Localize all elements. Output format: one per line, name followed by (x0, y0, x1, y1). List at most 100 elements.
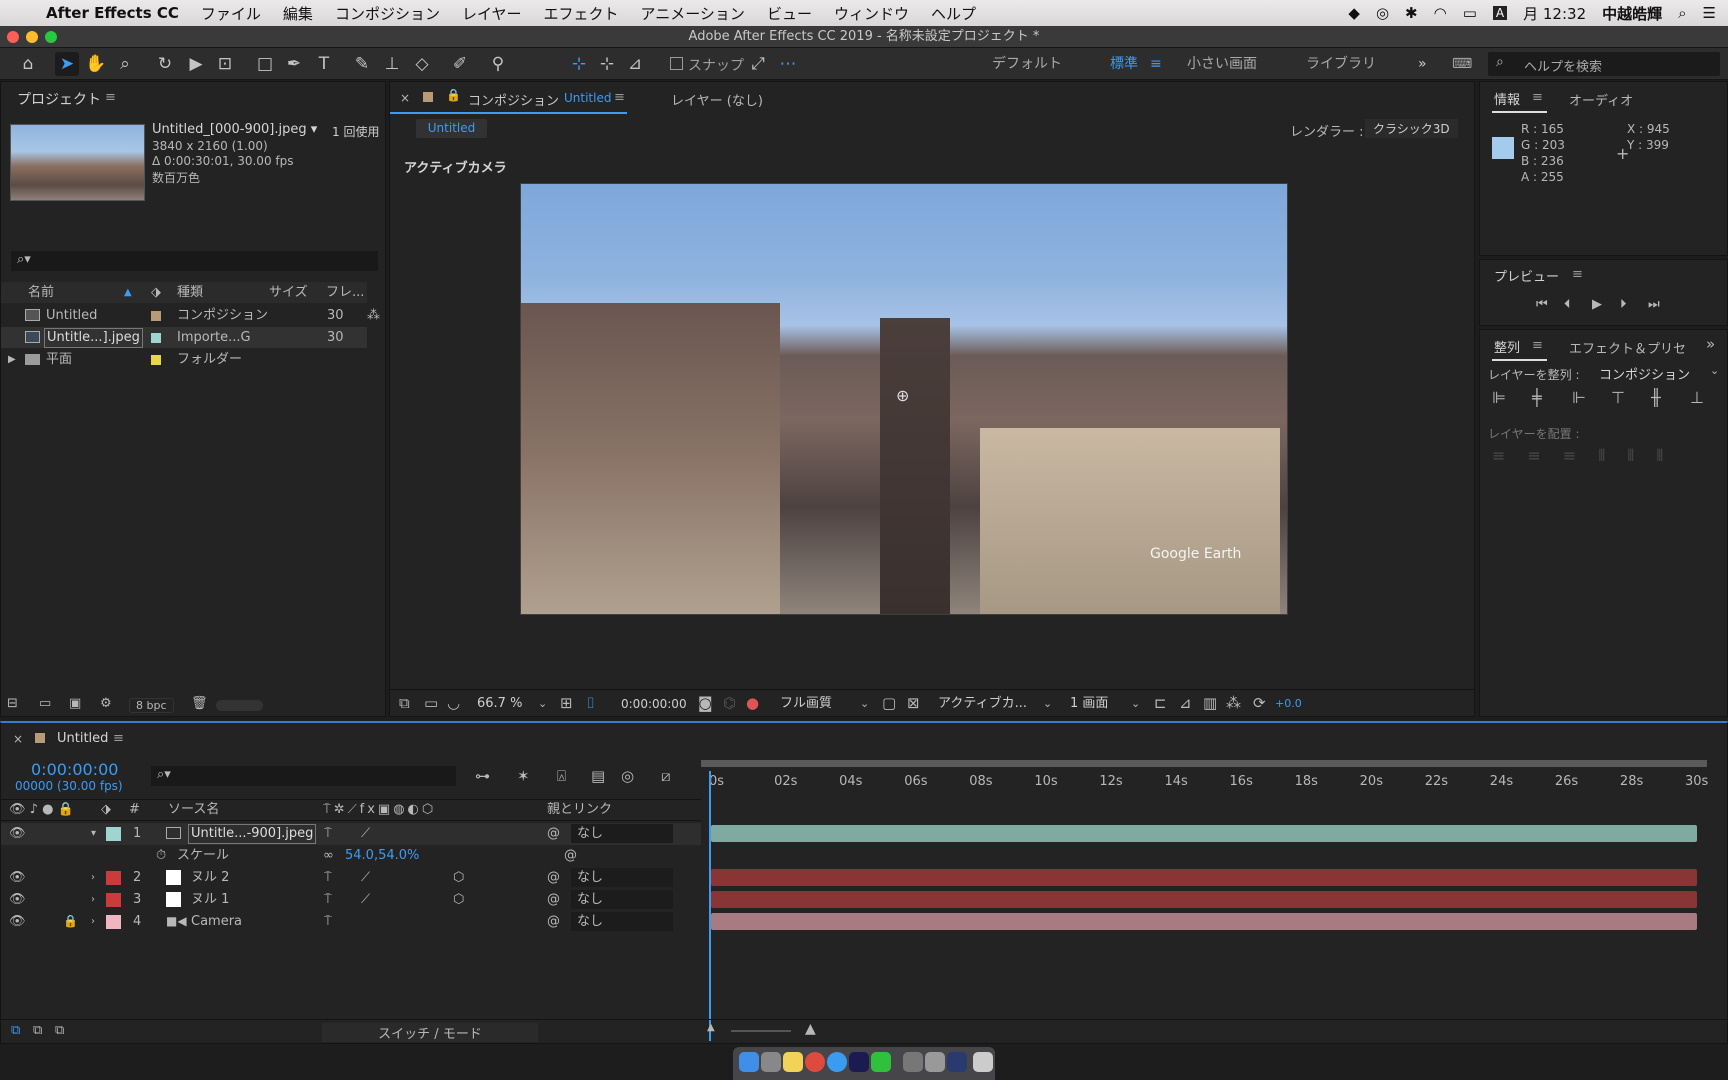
workspace-libraries[interactable]: ライブラリ (1306, 48, 1376, 80)
timeline-search-input[interactable]: ⌕▾ (151, 766, 456, 786)
finder-icon[interactable] (739, 1052, 759, 1072)
preview-menu-icon[interactable]: ≡ (1572, 267, 1583, 282)
shy-switch-icon[interactable]: ⍑ (324, 823, 332, 844)
play-icon[interactable]: ▶ (1592, 297, 1602, 312)
title-action-safe-icon[interactable]: ⊞ (560, 690, 573, 717)
align-to-dropdown[interactable]: コンポジション (1599, 364, 1690, 383)
hand-tool-icon[interactable]: ✋ (84, 52, 108, 76)
parent-dropdown[interactable]: なし (571, 868, 673, 887)
new-folder-icon[interactable]: ▭ (39, 696, 51, 711)
home-icon[interactable]: ⌂ (16, 52, 40, 76)
current-time-display[interactable]: 0:00:00:00 (31, 760, 118, 779)
align-left-icon[interactable]: ⊫ (1492, 388, 1506, 407)
keyboard-shortcuts-icon[interactable]: ⌨ (1452, 48, 1472, 80)
layer-bar-2[interactable] (711, 869, 1697, 886)
layer-label-color[interactable] (106, 827, 121, 841)
launchpad-icon[interactable] (761, 1052, 781, 1072)
comp-tab-prefix[interactable]: コンポジション (468, 90, 559, 109)
preview-region-icon[interactable]: ⧉ (399, 690, 410, 717)
delete-icon[interactable]: 🗑 (191, 696, 208, 711)
item-label-color[interactable] (151, 355, 161, 365)
safari-icon[interactable] (827, 1052, 847, 1072)
pickwhip-icon[interactable]: @ (547, 823, 560, 844)
align-right-icon[interactable]: ⊩ (1572, 388, 1586, 407)
layer-name[interactable]: ヌル 2 (191, 867, 229, 888)
visibility-eye-icon[interactable]: 👁 (9, 823, 26, 844)
project-zoom-slider[interactable] (216, 700, 263, 711)
project-item-comp[interactable]: Untitled コンポジション 30 ⁂ (1, 305, 380, 326)
graph-editor-icon[interactable]: ⧄ (661, 767, 671, 785)
layer-row[interactable]: 👁 › 2 ヌル 2 ⍑ ⟋ ⬡ @ なし (1, 867, 701, 889)
project-panel-title[interactable]: プロジェクト (17, 89, 101, 109)
timeline-menu-icon[interactable]: ≡ (113, 731, 124, 746)
input-source-icon[interactable]: A (1492, 6, 1508, 20)
close-window-button[interactable] (7, 31, 19, 43)
visibility-eye-icon[interactable]: 👁 (9, 867, 26, 888)
snap-options-icon[interactable]: ⤢ (746, 52, 770, 76)
layer-switches-toggle-icon[interactable]: ⧉ (11, 1023, 20, 1038)
parent-dropdown[interactable]: なし (571, 890, 673, 909)
layer-viewer-tab[interactable]: レイヤー (なし) (671, 90, 763, 109)
eraser-tool-icon[interactable]: ◇ (410, 52, 434, 76)
reset-exposure-icon[interactable]: ⟳ (1253, 690, 1266, 717)
expression-pickwhip-icon[interactable]: @ (564, 845, 577, 866)
shy-layers-icon[interactable]: ⍓ (557, 767, 566, 785)
layer-name[interactable]: Untitle...-900].jpeg (188, 824, 317, 844)
expand-chevron-icon[interactable]: › (91, 889, 95, 910)
next-frame-icon[interactable]: ⏵ (1620, 297, 1627, 312)
bluetooth-icon[interactable]: ✱ (1405, 4, 1418, 22)
transparency-grid-icon[interactable]: ⊠ (907, 690, 920, 717)
layer-row[interactable]: 👁 › 3 ヌル 1 ⍑ ⟋ ⬡ @ なし (1, 889, 701, 911)
pixel-aspect-icon[interactable]: ⊏ (1154, 690, 1167, 717)
menu-edit[interactable]: 編集 (283, 3, 313, 24)
trash-icon[interactable] (973, 1052, 993, 1072)
help-search-input[interactable]: ⌕ ヘルプを検索 (1488, 52, 1720, 76)
quality-switch-icon[interactable]: ⟋ (361, 823, 370, 844)
battery-icon[interactable]: ▭ (1463, 4, 1477, 22)
line-icon[interactable] (871, 1052, 891, 1072)
workspaces-overflow-icon[interactable]: » (1418, 48, 1427, 80)
stopwatch-icon[interactable]: ⏱ (156, 845, 166, 866)
app-menu[interactable]: After Effects CC (46, 4, 179, 22)
time-ruler[interactable]: 0s 02s 04s 06s 08s 10s 12s 14s 16s 18s 20s 22s 24s 26… (701, 771, 1708, 793)
notes-icon[interactable] (783, 1052, 803, 1072)
audio-tab[interactable]: オーディオ (1569, 90, 1633, 109)
comp-tab-name[interactable]: Untitled (564, 91, 611, 105)
workspace-small-screen[interactable]: 小さい画面 (1187, 48, 1257, 80)
effects-presets-tab[interactable]: エフェクト＆プリセ (1569, 338, 1686, 357)
comp-mini-flowchart-icon[interactable]: ⊶ (475, 767, 490, 785)
column-type[interactable]: 種類 (177, 282, 203, 303)
project-panel-menu-icon[interactable]: ≡ (105, 90, 116, 105)
switch-mode-button[interactable]: スイッチ / モード (322, 1023, 538, 1042)
pen-tool-icon[interactable]: ✒ (282, 52, 306, 76)
project-item-footage[interactable]: Untitle...].jpeg Importe...G 30 (1, 327, 367, 348)
menu-help[interactable]: ヘルプ (931, 3, 976, 24)
flowchart-icon[interactable]: ⁂ (1226, 690, 1241, 717)
renderer-button[interactable]: クラシック3D (1365, 119, 1458, 138)
sort-asc-icon[interactable]: ▲ (124, 282, 132, 303)
align-bottom-icon[interactable]: ⊥ (1690, 388, 1704, 407)
first-frame-icon[interactable]: ⏮ (1536, 297, 1548, 312)
spotlight-icon[interactable]: ⌕ (1678, 4, 1686, 22)
scale-property-row[interactable]: ⏱ スケール ∞ 54.0,54.0% @ (1, 845, 701, 867)
menu-animation[interactable]: アニメーション (641, 3, 745, 24)
menu-composition[interactable]: コンポジション (335, 3, 440, 24)
preview-title[interactable]: プレビュー (1494, 266, 1559, 285)
shape-tool-icon[interactable]: □ (253, 52, 277, 76)
chevron-down-icon[interactable]: ⌄ (1710, 364, 1719, 377)
collapse-chevron-icon[interactable]: ▾ (91, 823, 96, 844)
zoom-tool-icon[interactable]: ⌕ (113, 52, 137, 76)
expand-chevron-icon[interactable]: › (91, 867, 95, 888)
wifi-icon[interactable]: ◠ (1434, 4, 1447, 22)
chevron-down-icon[interactable]: ⌄ (538, 690, 547, 717)
layer-bar-3[interactable] (711, 891, 1697, 908)
layer-row[interactable]: 👁 🔒 › 4 ■◀ Camera ⍑ @ なし (1, 911, 701, 933)
world-axis-icon[interactable]: ⊹ (595, 52, 619, 76)
snap-checkbox[interactable] (670, 57, 683, 70)
visibility-eye-icon[interactable]: 👁 (9, 889, 26, 910)
selection-tool-icon[interactable]: ➤ (55, 52, 79, 76)
shy-switch-icon[interactable]: ⍑ (324, 911, 332, 932)
text-tool-icon[interactable]: T (312, 52, 336, 76)
layer-label-color[interactable] (106, 915, 121, 929)
info-tab[interactable]: 情報 (1494, 89, 1520, 108)
